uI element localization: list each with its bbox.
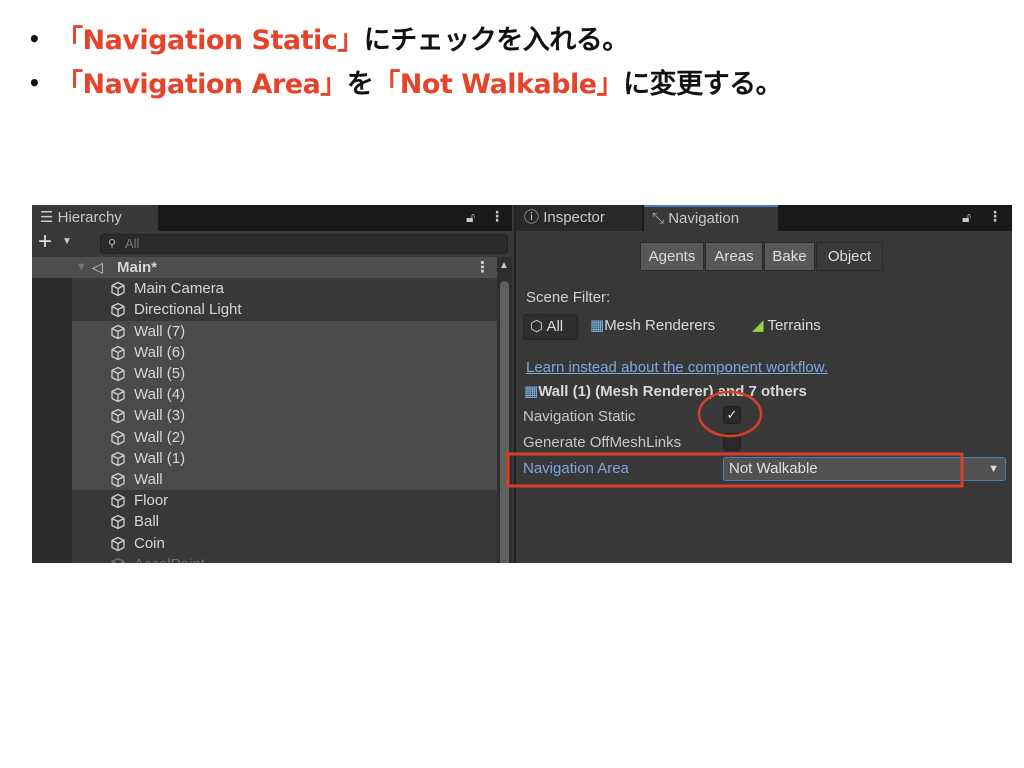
highlight-rectangle: [506, 452, 964, 488]
highlight-circle: [697, 390, 763, 438]
annotation-overlay: [506, 390, 964, 488]
